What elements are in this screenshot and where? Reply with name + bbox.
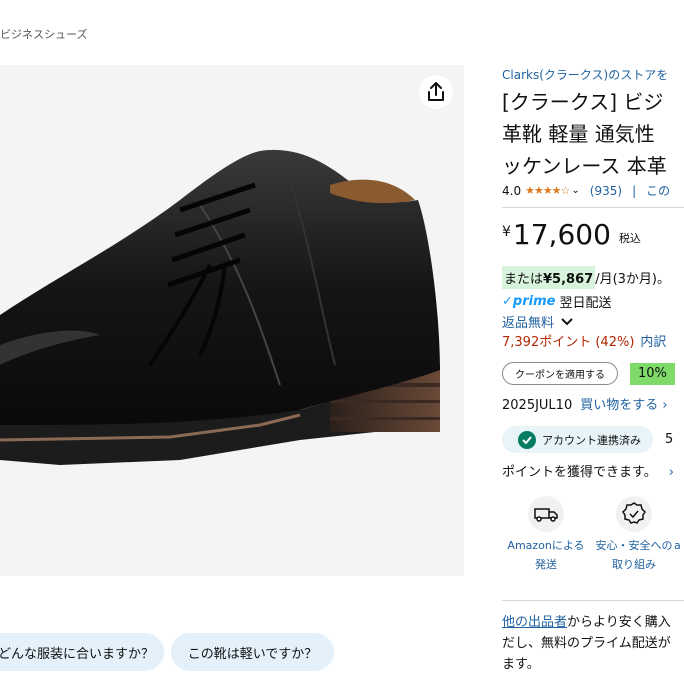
feature-label[interactable]: 発送 (502, 555, 591, 574)
review-count-link[interactable]: (935) (590, 184, 622, 198)
prime-delivery: ✓ prime 翌日配送 (502, 292, 611, 311)
product-info-panel: Clarks(クラークス)のストアを [クラークス] ビジ 革靴 軽量 通気性 … (502, 0, 684, 684)
installment-suffix: /月(3か月)。 (595, 272, 670, 287)
chevron-down-icon[interactable] (560, 317, 574, 327)
check-icon (518, 430, 536, 449)
product-title-line-3: ッケンレース 本革 (502, 154, 667, 178)
feature-extra[interactable]: a (674, 496, 684, 555)
coupon-percent-badge: 10% (630, 362, 675, 385)
buy-link[interactable]: 買い物をする › (580, 398, 667, 413)
promo-date-row: 2025JUL10 買い物をする › (502, 394, 668, 413)
promo-date: 2025JUL10 (502, 398, 573, 413)
divider (502, 600, 684, 601)
prime-logo: prime (512, 294, 556, 309)
apply-coupon-button[interactable]: クーポンを適用する (502, 362, 618, 385)
installment-amount: ¥5,867 (543, 272, 594, 287)
store-link[interactable]: Clarks(クラークス)のストアを (502, 66, 668, 83)
rating-more-link[interactable]: この (646, 182, 670, 199)
share-button[interactable] (419, 75, 453, 109)
points-details-link[interactable]: 内訳 (640, 335, 666, 350)
offer-text: からより安く購入 (567, 615, 671, 630)
returns-label[interactable]: 返品無料 (502, 312, 554, 331)
divider (502, 207, 684, 208)
account-row: アカウント連携済み 5 (502, 426, 673, 453)
breadcrumb[interactable]: ビジネスシューズ (0, 26, 87, 42)
other-sellers-offer: 他の出品者からより安く購入 だし、無料のプライム配送が ます。 (502, 612, 671, 675)
account-number: 5 (665, 432, 674, 447)
rating-row: 4.0 ★★★★☆ ⌄ (935) | この (502, 182, 670, 199)
points-text: 7,392ポイント (42%) (502, 335, 635, 350)
returns-link[interactable]: 返品無料 (502, 312, 574, 331)
prime-delivery-text: 翌日配送 (559, 296, 612, 311)
price-currency: ¥ (502, 224, 511, 240)
prime-check-icon: ✓ (502, 294, 513, 309)
installment-info: または¥5,867 /月(3か月)。 (502, 266, 670, 289)
delivery-van-icon (528, 496, 564, 532)
rating-separator: | (632, 183, 637, 198)
feature-label[interactable]: 安心・安全への (589, 536, 679, 555)
product-title-line-2: 革靴 軽量 通気性 (502, 122, 655, 146)
question-chip-outfit[interactable]: どんな服装に合いますか？ (0, 633, 164, 671)
rating-value: 4.0 (502, 183, 522, 198)
offer-text: だし、無料のプライム配送が (502, 636, 671, 651)
rating-stars-icon[interactable]: ★★★★☆ (525, 184, 570, 197)
share-icon (428, 82, 444, 101)
product-title-line-1: [クラークス] ビジ (502, 90, 664, 114)
feature-label[interactable]: a (674, 536, 684, 555)
offer-text: ます。 (502, 657, 540, 672)
installment-prefix: または (504, 272, 544, 287)
question-chip-lightweight[interactable]: この靴は軽いですか？ (171, 633, 334, 671)
tax-label: 税込 (618, 232, 641, 245)
price: ¥ 17,600 税込 (502, 218, 641, 251)
earn-points-text: ポイントを獲得できます。 (502, 465, 657, 480)
price-value: 17,600 (512, 218, 611, 251)
shoe-illustration (0, 149, 440, 465)
chevron-right-icon[interactable]: › (669, 465, 674, 480)
points-info: 7,392ポイント (42%) 内訳 (502, 331, 666, 350)
feature-secure[interactable]: 安心・安全への 取り組み (589, 496, 679, 574)
feature-amazon-shipping[interactable]: Amazonによる 発送 (502, 496, 591, 574)
feature-label[interactable]: Amazonによる (502, 536, 591, 555)
coupon-row: クーポンを適用する 10% (502, 362, 675, 385)
other-sellers-link[interactable]: 他の出品者 (502, 615, 567, 630)
product-image[interactable] (0, 65, 464, 576)
feature-label[interactable]: 取り組み (589, 555, 679, 574)
chevron-down-icon[interactable]: ⌄ (571, 185, 579, 196)
secure-badge-icon (616, 496, 652, 532)
installment-highlight: または¥5,867 (502, 266, 596, 289)
account-linked-badge[interactable]: アカウント連携済み (502, 426, 653, 453)
account-linked-label: アカウント連携済み (542, 433, 641, 447)
earn-points: ポイントを獲得できます。 › (502, 461, 674, 480)
